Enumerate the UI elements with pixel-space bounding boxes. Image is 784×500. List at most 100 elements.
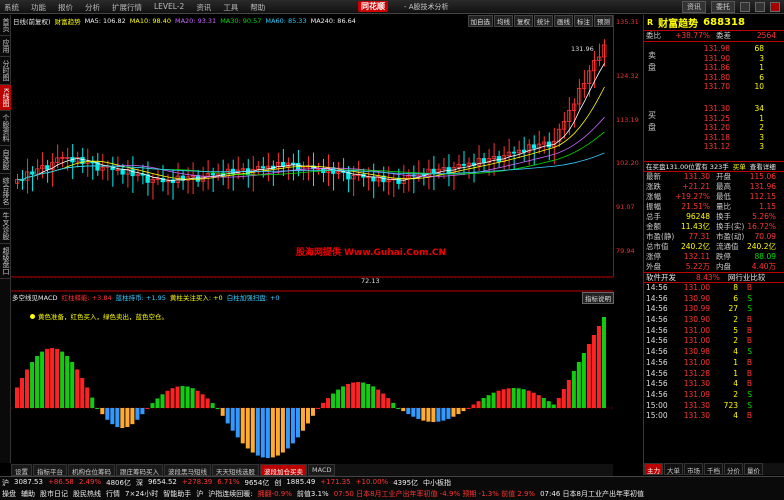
tick-price: 131.09 (683, 389, 710, 399)
menu-item[interactable]: 分析 (83, 1, 102, 14)
price-axis: 135.31 124.32 113.19 102.20 91.07 79.94 (613, 15, 643, 277)
tick-time: 14:56 (646, 368, 668, 378)
sub-indicator-name[interactable]: 多空线见MACD (12, 292, 57, 302)
quote-tab[interactable]: 千档 (704, 463, 723, 475)
left-tab[interactable]: 个股资料 (0, 111, 11, 146)
news-item[interactable]: 股市日记 (40, 489, 68, 499)
ma5-line (17, 63, 605, 181)
price-tick: 124.32 (616, 72, 639, 80)
macd-bar (526, 390, 531, 408)
left-tab[interactable]: K线图 (0, 85, 11, 111)
news-item[interactable]: 操盘 (2, 489, 16, 499)
left-tab[interactable]: 应用 (0, 36, 11, 57)
candle (210, 173, 216, 176)
stat-label: 总市值 (646, 242, 669, 251)
left-tab[interactable]: 首页 (0, 15, 11, 36)
indicator-help-button[interactable]: 指标说明 (582, 292, 614, 304)
menu-item[interactable]: 帮助 (248, 1, 267, 14)
left-tab[interactable]: 自选股 (0, 146, 11, 174)
macd-bar (120, 408, 125, 428)
left-tab[interactable]: 综合排名 (0, 174, 11, 209)
order-detail-link[interactable]: 查看详细 (750, 162, 776, 171)
level-price: 131.98 (703, 44, 730, 53)
macd-bar (391, 402, 396, 408)
macd-bar (406, 408, 411, 415)
weibi-value: +38.77% (675, 31, 710, 40)
sub-stat-white: 白柱加强扫盘: +0 (226, 294, 280, 302)
indicator-tab[interactable]: 波段加仓买卖 (260, 464, 307, 476)
macd-bar (521, 389, 526, 408)
macd-bar (316, 408, 321, 409)
indicator-tab[interactable]: 指标平台 (33, 464, 67, 476)
chart-area[interactable]: 日线(前复权) 财富趋势 MA5: 106.82 MA10: 98.40 MA2… (11, 15, 613, 463)
buy-side-label: 买盘 (648, 111, 656, 132)
macd-bar (506, 388, 511, 408)
stat-value: +21.21 (682, 182, 710, 191)
quote-tab[interactable]: 分价 (724, 463, 743, 475)
macd-bar (125, 408, 130, 428)
stat-row: 涨幅 +19.27% 最低 112.15 (644, 192, 784, 202)
quote-tab[interactable]: 大单 (664, 463, 683, 475)
status-bar: 沪 3087.53 +86.58 2.49% 4806亿深 9654.52 +278.39 6… (0, 476, 784, 500)
left-tab[interactable]: 分时图 (0, 57, 11, 85)
quote-tab[interactable]: 市场 (684, 463, 703, 475)
tick-price: 131.30 (683, 400, 710, 410)
indicator-tab[interactable]: MACD (308, 464, 336, 476)
price-tick: 91.07 (616, 203, 635, 211)
index-item: 4395亿 (393, 479, 419, 487)
left-tab[interactable]: 牛叉诊股 (0, 209, 11, 244)
indicator-tab[interactable]: 设置 (11, 464, 32, 476)
macd-bar (285, 408, 290, 449)
menu-item[interactable]: 资讯 (194, 1, 213, 14)
macd-bar (441, 408, 446, 421)
index-item: 中小板指 (423, 479, 452, 487)
indicator-tab[interactable]: 波段黑马短线 (164, 464, 211, 476)
minimize-icon[interactable] (740, 2, 750, 12)
macd-bar (210, 403, 215, 408)
menu-item[interactable]: 报价 (56, 1, 75, 14)
indicator-tab[interactable]: 跟庄筹码买入 (116, 464, 163, 476)
menu-item[interactable]: 系统 (2, 1, 21, 14)
sector-compare[interactable]: 网行业比较 (728, 273, 766, 282)
tick-row: 15:00 131.30 4 B (644, 411, 784, 422)
macd-bar (85, 387, 90, 408)
news-item[interactable]: 辅助 (21, 489, 35, 499)
macd-bar (531, 392, 536, 408)
news-item[interactable]: 股民热线 (73, 489, 101, 499)
news-item[interactable]: 行情 (106, 489, 120, 499)
news-button[interactable]: 资讯 (682, 1, 706, 13)
menu-item[interactable]: 功能 (29, 1, 48, 14)
quote-tab[interactable]: 主力 (644, 463, 663, 475)
low-price-label: 72.13 (361, 277, 380, 285)
level-qty: 3 (759, 142, 764, 151)
macd-bar (541, 398, 546, 408)
tick-price: 130.99 (683, 304, 710, 314)
macd-bar (45, 348, 50, 408)
menu-item[interactable]: 工具 (221, 1, 240, 14)
index-item: 2.49% (78, 478, 102, 486)
stat-value-2: 1.15 (759, 202, 776, 211)
news-item[interactable]: 7×24小时 (125, 489, 158, 499)
sector-name[interactable]: 软件开发 (646, 273, 676, 282)
news-item[interactable]: 智能助手 (163, 489, 191, 499)
macd-bar (140, 408, 145, 415)
close-icon[interactable] (770, 2, 780, 12)
macd-bar (135, 408, 140, 420)
quote-tab[interactable]: 量价 (744, 463, 763, 475)
left-tab[interactable]: 超级盘口 (0, 244, 11, 279)
index-item: 9654.52 (147, 478, 177, 486)
tick-time: 14:56 (646, 389, 668, 399)
macd-bar (190, 388, 195, 408)
macd-bar (70, 362, 75, 408)
indicator-tab[interactable]: 天天短线选股 (212, 464, 259, 476)
tick-time: 14:56 (646, 283, 668, 292)
maximize-icon[interactable] (755, 2, 765, 12)
level-qty: 1 (759, 113, 764, 123)
menu-item[interactable]: LEVEL-2 (152, 1, 186, 14)
order-info-button[interactable]: 买单 (733, 162, 746, 171)
trade-button[interactable]: 委托 (711, 1, 735, 13)
menu-item[interactable]: 扩展行情 (110, 1, 144, 14)
stat-value: 77.31 (688, 232, 710, 241)
indicator-tab[interactable]: 机构仓位筹码 (68, 464, 115, 476)
candlestick-macd-chart[interactable]: 131.9672.13090909 (11, 15, 613, 463)
